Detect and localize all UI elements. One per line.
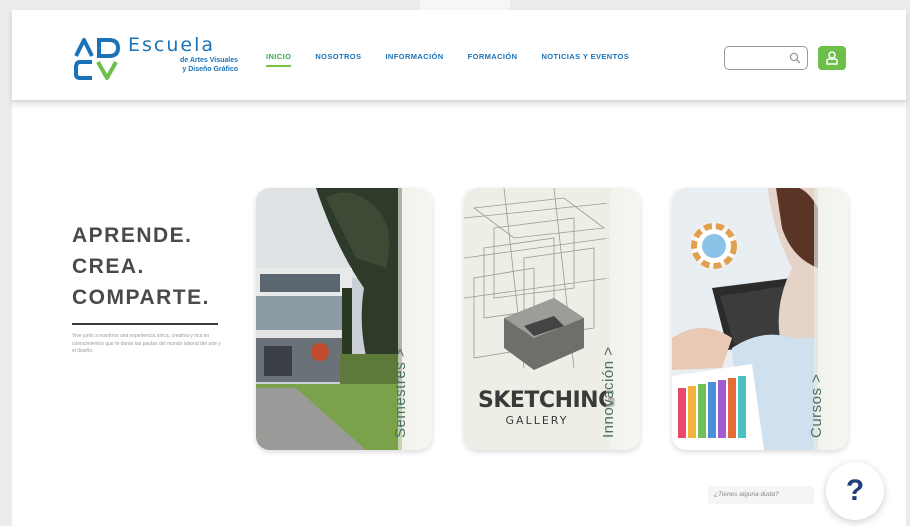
hero-line: APRENDE. xyxy=(72,224,193,247)
nav-item-inicio[interactable]: INICIO xyxy=(266,52,292,67)
designer-tablet-photo xyxy=(672,188,818,450)
page: Escuela de Artes Visuales y Diseño Gráfi… xyxy=(12,10,906,526)
nav-item-formacion[interactable]: FORMACIÓN xyxy=(468,52,518,67)
card-label: Innovación > xyxy=(600,346,617,438)
logo-subtitle: de Artes Visuales y Diseño Gráfico xyxy=(128,56,238,74)
building-photo xyxy=(256,188,402,450)
nav-item-informacion[interactable]: INFORMACIÓN xyxy=(385,52,443,67)
site-header: Escuela de Artes Visuales y Diseño Gráfi… xyxy=(12,10,906,102)
hero-headline: APRENDE. CREA. COMPARTE. xyxy=(72,220,210,313)
user-login-button[interactable] xyxy=(818,46,846,70)
card-innovacion[interactable]: SKETCHING GALLERY Innovación > xyxy=(464,188,640,450)
school-logo[interactable]: Escuela de Artes Visuales y Diseño Gráfi… xyxy=(72,34,238,82)
nav-item-noticias-eventos[interactable]: NOTICIAS Y EVENTOS xyxy=(541,52,629,67)
hero-description: Vive junto a nosotros una experiencia ún… xyxy=(72,333,221,354)
card-label: Cursos > xyxy=(808,373,825,438)
hero-line: COMPARTE. xyxy=(72,286,210,309)
logo-title: Escuela xyxy=(128,34,216,56)
search-icon[interactable] xyxy=(789,52,801,64)
card-label: Semestres > xyxy=(392,347,409,438)
nav-item-nosotros[interactable]: NOSOTROS xyxy=(315,52,361,67)
hero-divider xyxy=(72,323,218,325)
search-input[interactable] xyxy=(724,46,808,70)
logo-subtitle-line: y Diseño Gráfico xyxy=(182,66,238,73)
user-icon xyxy=(826,51,838,65)
main-nav: INICIO NOSOTROS INFORMACIÓN FORMACIÓN NO… xyxy=(266,52,653,67)
card-semestres[interactable]: Semestres > xyxy=(256,188,432,450)
card-cursos[interactable]: Cursos > xyxy=(672,188,848,450)
logo-subtitle-line: de Artes Visuales xyxy=(180,57,238,64)
logo-mark-icon xyxy=(74,38,121,80)
help-button[interactable]: ? xyxy=(826,462,884,520)
gallery-text: GALLERY xyxy=(505,414,569,427)
help-prompt[interactable]: ¿Tienes alguna duda? xyxy=(708,486,814,504)
sketching-text: SKETCHING xyxy=(478,388,616,413)
hero-line: CREA. xyxy=(72,255,145,278)
background-block xyxy=(420,0,510,10)
